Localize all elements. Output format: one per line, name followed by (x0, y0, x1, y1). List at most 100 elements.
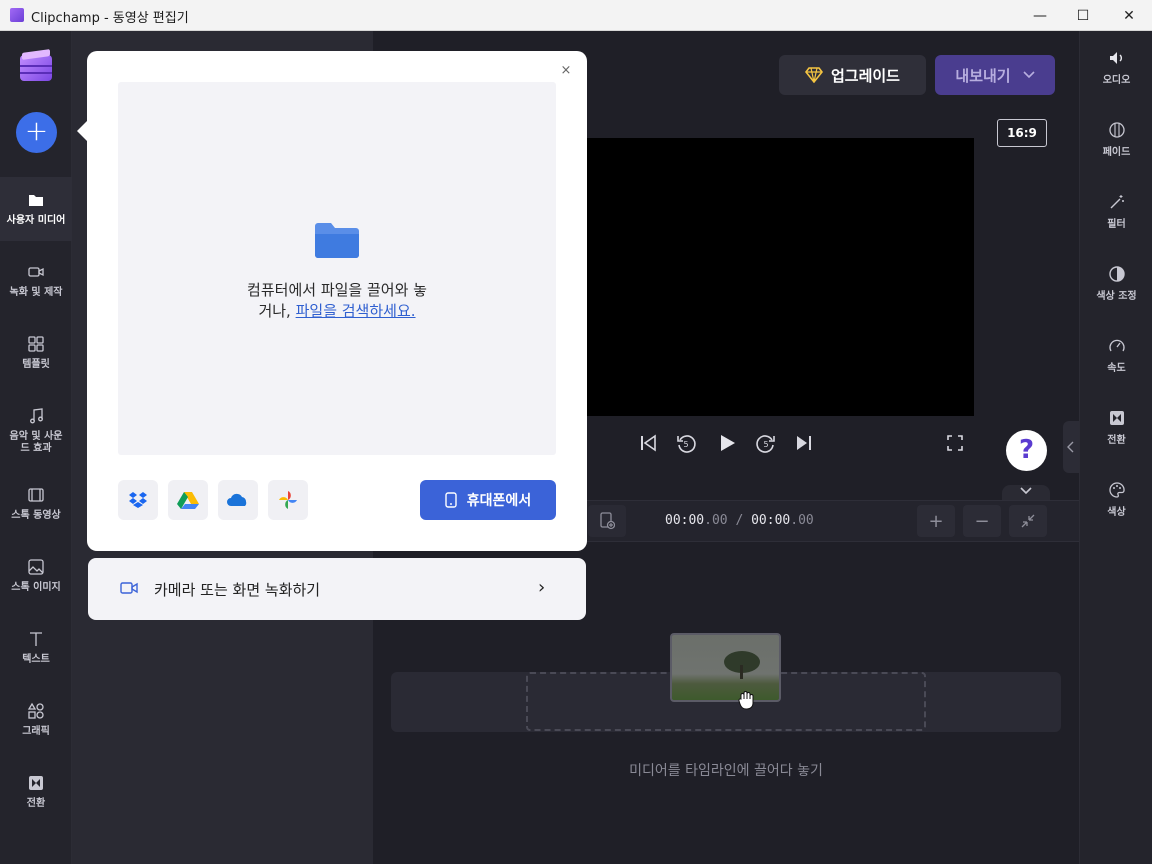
browse-files-link[interactable]: 파일을 검색하세요. (296, 302, 416, 320)
timecode-readout: 00:00.00 / 00:00.00 (665, 513, 814, 528)
rewind-5-icon[interactable]: 5 (675, 432, 697, 454)
window-title: Clipchamp - 동영상 편집기 (31, 11, 189, 26)
sidebar-item-graphics[interactable]: 그래픽 (0, 688, 72, 752)
collapse-arrows-icon (1021, 514, 1035, 528)
timeline-drop-hint: 미디어를 타임라인에 끌어다 놓기 (629, 763, 823, 779)
record-camera-screen-button[interactable]: 카메라 또는 화면 녹화하기 › (88, 558, 586, 620)
transition-icon (29, 776, 43, 790)
drop-instructions: 컴퓨터에서 파일을 끌어와 놓 거나, 파일을 검색하세요. (118, 280, 556, 322)
panel-item-label: 색상 (1107, 507, 1126, 518)
fullscreen-icon[interactable] (944, 432, 966, 454)
dropbox-icon (129, 492, 147, 508)
panel-item-color[interactable]: 색상 (1080, 481, 1152, 518)
add-to-timeline-button[interactable] (588, 505, 626, 537)
image-icon (28, 559, 44, 575)
skip-to-end-icon[interactable] (793, 432, 815, 454)
zoom-in-button[interactable]: + (917, 505, 955, 537)
panel-item-transition[interactable]: 전환 (1080, 409, 1152, 446)
forward-seconds: 5 (763, 440, 768, 449)
fade-icon (1108, 122, 1125, 138)
sidebar-item-label: 텍스트 (22, 654, 50, 665)
drop-text-line1: 컴퓨터에서 파일을 끌어와 놓 (247, 281, 427, 299)
sidebar-item-label: 음악 및 사운드 효과 (9, 431, 63, 454)
panel-item-adjust-colors[interactable]: 색상 조정 (1080, 265, 1152, 302)
skip-to-start-icon[interactable] (637, 432, 659, 454)
time-separator: / (735, 513, 744, 528)
panel-item-audio[interactable]: 오디오 (1080, 49, 1152, 86)
current-time: 00:00 (665, 513, 705, 528)
file-drop-area[interactable] (118, 82, 556, 455)
left-navigation-rail: + 사용자 미디어 녹화 및 제작 템플릿 음악 및 사운드 효과 스톡 동영상… (0, 31, 72, 864)
sidebar-item-label: 스톡 동영상 (11, 510, 61, 521)
google-drive-icon (177, 492, 199, 509)
minimize-button[interactable]: — (1017, 0, 1063, 31)
dropbox-button[interactable] (118, 480, 158, 520)
panel-item-label: 색상 조정 (1096, 291, 1137, 302)
fit-timeline-button[interactable] (1009, 505, 1047, 537)
sidebar-item-label: 그래픽 (22, 726, 50, 737)
total-time: 00:00 (751, 513, 791, 528)
aspect-ratio-button[interactable]: 16:9 (997, 119, 1047, 147)
panel-item-speed[interactable]: 속도 (1080, 337, 1152, 374)
panel-item-fade[interactable]: 페이드 (1080, 121, 1152, 158)
help-button[interactable]: ? (1006, 430, 1047, 471)
sidebar-item-label: 사용자 미디어 (6, 215, 66, 226)
contrast-icon (1108, 266, 1125, 282)
popup-close-button[interactable]: × (558, 63, 574, 79)
text-icon (30, 632, 42, 646)
sidebar-item-label: 스톡 이미지 (11, 582, 61, 593)
folder-icon (29, 195, 43, 206)
collapse-right-panel-button[interactable] (1063, 421, 1079, 473)
panel-item-label: 페이드 (1102, 147, 1131, 158)
panel-item-filters[interactable]: 필터 (1080, 193, 1152, 230)
panel-item-label: 필터 (1107, 219, 1126, 230)
clipchamp-app-icon (10, 8, 24, 22)
onedrive-icon (227, 493, 247, 506)
right-properties-rail: 오디오 페이드 필터 색상 조정 속도 전환 색상 (1079, 31, 1152, 864)
speaker-icon (1109, 52, 1122, 64)
tree-image (724, 651, 760, 679)
speedometer-icon (1108, 339, 1125, 352)
google-photos-button[interactable] (268, 480, 308, 520)
film-icon (28, 488, 44, 502)
add-media-button[interactable]: + (16, 112, 57, 153)
export-button[interactable]: 내보내기 (935, 55, 1055, 95)
music-note-icon (30, 408, 43, 424)
video-preview (560, 138, 974, 416)
folder-icon (315, 223, 359, 258)
palette-icon (1108, 482, 1125, 498)
video-camera-icon (28, 267, 44, 277)
clip-add-icon (600, 512, 615, 530)
from-phone-label: 휴대폰에서 (466, 493, 532, 509)
sidebar-item-your-media[interactable]: 사용자 미디어 (0, 177, 72, 241)
sidebar-item-music-sfx[interactable]: 음악 및 사운드 효과 (0, 393, 72, 465)
from-phone-button[interactable]: 휴대폰에서 (420, 480, 556, 520)
sidebar-item-label: 전환 (26, 798, 46, 809)
collapse-preview-button[interactable] (1002, 485, 1050, 501)
sidebar-item-templates[interactable]: 템플릿 (0, 321, 72, 385)
sidebar-item-text[interactable]: 텍스트 (0, 616, 72, 680)
onedrive-button[interactable] (218, 480, 258, 520)
current-time-fraction: .00 (704, 513, 728, 528)
popup-pointer (77, 121, 87, 141)
panel-item-label: 오디오 (1102, 75, 1131, 86)
dragged-media-thumbnail[interactable] (670, 633, 781, 702)
phone-icon (445, 492, 457, 508)
sidebar-item-record-create[interactable]: 녹화 및 제작 (0, 249, 72, 313)
zoom-out-button[interactable]: − (963, 505, 1001, 537)
diamond-icon (804, 67, 823, 83)
sidebar-item-stock-images[interactable]: 스톡 이미지 (0, 544, 72, 608)
rewind-seconds: 5 (683, 440, 688, 449)
upgrade-button[interactable]: 업그레이드 (779, 55, 926, 95)
title-bar: Clipchamp - 동영상 편집기 — ☐ ✕ (0, 0, 1152, 31)
sidebar-item-transitions[interactable]: 전환 (0, 760, 72, 824)
template-icon (28, 336, 44, 352)
close-window-button[interactable]: ✕ (1106, 0, 1152, 31)
drop-text-line2: 거나, (258, 302, 296, 320)
play-icon[interactable] (716, 432, 738, 454)
maximize-button[interactable]: ☐ (1060, 0, 1106, 31)
sidebar-item-stock-video[interactable]: 스톡 동영상 (0, 472, 72, 536)
forward-5-icon[interactable]: 5 (755, 432, 777, 454)
sidebar-item-label: 녹화 및 제작 (9, 287, 63, 298)
google-drive-button[interactable] (168, 480, 208, 520)
